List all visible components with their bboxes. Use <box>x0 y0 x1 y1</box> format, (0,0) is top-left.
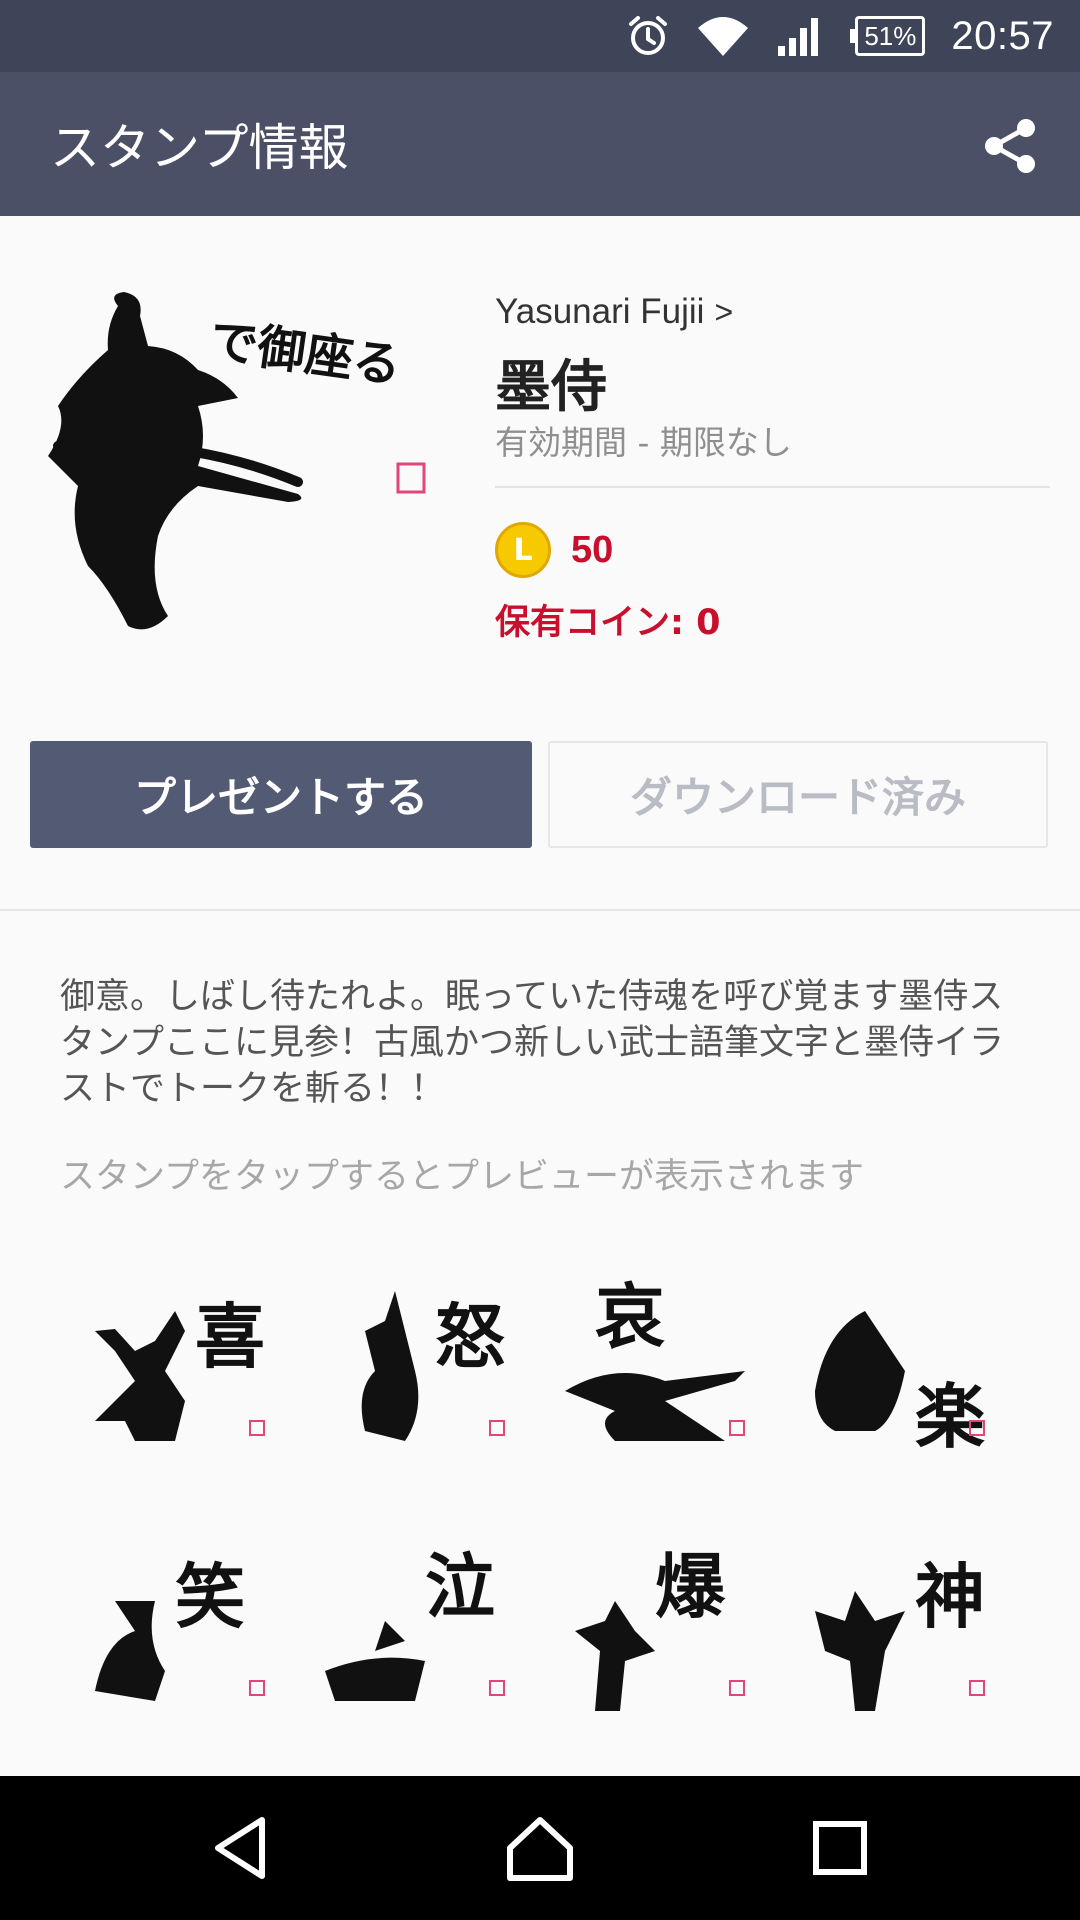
page-title: スタンプ情報 <box>50 119 349 177</box>
sticker-image: 泣 <box>325 1545 505 1701</box>
sticker-thumbnail[interactable]: 神 <box>780 1506 1020 1766</box>
sticker-thumbnail[interactable]: 笑 <box>60 1506 300 1766</box>
sticker-label: 神 <box>915 1555 985 1638</box>
clock: 20:57 <box>951 13 1054 58</box>
sticker-label: 泣 <box>425 1545 495 1628</box>
sticker-image: 笑 <box>95 1555 265 1701</box>
preview-hint: スタンプをタップするとプレビューが表示されます <box>60 1157 864 1197</box>
sticker-silhouette <box>565 1371 745 1441</box>
seal-stamp <box>489 1420 505 1436</box>
price-row: L 50 <box>495 520 613 580</box>
sticker-silhouette <box>95 1311 185 1441</box>
sticker-image: 神 <box>815 1555 985 1711</box>
sticker-grid: 喜 怒 哀楽笑 泣 爆 神 <box>60 1246 1020 1766</box>
sticker-label: 喜 <box>195 1295 265 1378</box>
sticker-thumbnail[interactable]: 泣 <box>300 1506 540 1766</box>
sticker-image: 哀 <box>565 1275 745 1441</box>
app-bar: スタンプ情報 <box>0 72 1080 216</box>
sticker-label: 爆 <box>655 1545 726 1628</box>
sticker-thumbnail[interactable]: 楽 <box>780 1246 1020 1506</box>
author-link[interactable]: Yasunari Fujii > <box>495 292 733 332</box>
status-bar: 51% 20:57 <box>0 0 1080 72</box>
seal-stamp <box>729 1680 745 1696</box>
sticker-silhouette <box>815 1591 905 1711</box>
sticker-silhouette <box>95 1601 165 1701</box>
gift-button[interactable]: プレゼントする <box>30 741 532 848</box>
price: 50 <box>571 528 614 571</box>
sticker-main-image: で御座る <box>48 292 426 630</box>
share-icon[interactable] <box>980 116 1040 176</box>
seal-stamp <box>249 1680 265 1696</box>
owned-coins: 保有コイン: 0 <box>495 603 721 643</box>
sticker-image: 爆 <box>575 1545 745 1711</box>
alarm-icon <box>629 16 668 55</box>
sticker-image: 喜 <box>95 1295 265 1441</box>
sticker-detail: で御座る Yasunari Fujii > 墨侍 有効期間 - 期限なし L 50… <box>0 216 1080 1776</box>
sticker-thumbnail[interactable]: 喜 <box>60 1246 300 1506</box>
seal-stamp <box>729 1420 745 1436</box>
sticker-thumbnail[interactable]: 爆 <box>540 1506 780 1766</box>
divider <box>495 486 1050 488</box>
sticker-silhouette <box>575 1601 655 1711</box>
navigation-bar <box>0 1776 1080 1920</box>
home-icon[interactable] <box>500 1808 580 1888</box>
sticker-silhouette <box>325 1621 425 1701</box>
sticker-image: 楽 <box>815 1311 985 1458</box>
sticker-thumbnail[interactable]: 哀 <box>540 1246 780 1506</box>
battery-icon: 51% <box>850 16 926 56</box>
sticker-image: 怒 <box>361 1291 505 1441</box>
downloaded-button[interactable]: ダウンロード済み <box>548 741 1048 848</box>
sticker-label: 笑 <box>175 1555 245 1638</box>
battery-level: 51% <box>855 16 926 56</box>
package-title: 墨侍 <box>495 355 607 420</box>
sticker-thumbnail[interactable]: 怒 <box>300 1246 540 1506</box>
sticker-label: 楽 <box>915 1375 985 1458</box>
signal-icon <box>778 18 819 56</box>
coin-icon: L <box>495 522 551 578</box>
package-description: 御意。しばし待たれよ。眠っていた侍魂を呼び覚ます墨侍スタンプここに見参！古風かつ… <box>60 977 1004 1109</box>
hero-caption: で御座る <box>206 312 404 394</box>
divider <box>0 909 1080 911</box>
sticker-silhouette <box>361 1291 419 1441</box>
sticker-label: 怒 <box>435 1295 505 1378</box>
back-icon[interactable] <box>200 1808 280 1888</box>
author-name: Yasunari Fujii <box>495 292 705 331</box>
sticker-label: 哀 <box>595 1275 665 1358</box>
wifi-icon <box>698 17 749 56</box>
validity-text: 有効期間 - 期限なし <box>495 423 792 462</box>
seal-stamp <box>249 1420 265 1436</box>
sticker-silhouette <box>815 1311 905 1431</box>
chevron-right-icon: > <box>714 294 734 330</box>
seal-stamp <box>489 1680 505 1696</box>
seal-stamp <box>969 1680 985 1696</box>
recents-icon[interactable] <box>800 1808 880 1888</box>
